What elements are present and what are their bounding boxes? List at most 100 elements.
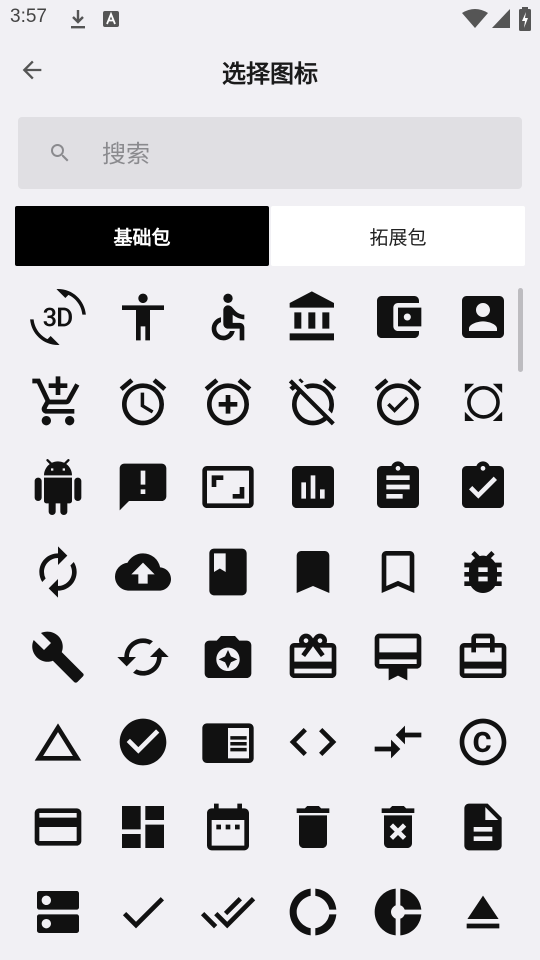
icon-option[interactable] — [355, 614, 440, 699]
icon-option[interactable] — [270, 274, 355, 359]
tab-extended-pack[interactable]: 拓展包 — [271, 206, 525, 266]
icon-option[interactable] — [15, 444, 100, 529]
icon-option[interactable] — [440, 274, 525, 359]
compare-arrows-icon — [374, 725, 421, 758]
icon-option[interactable] — [440, 529, 525, 614]
bug-report-icon — [463, 550, 502, 593]
icon-option[interactable] — [100, 359, 185, 444]
all-out-icon — [464, 383, 502, 421]
icon-option[interactable] — [440, 869, 525, 954]
3d-rotation-icon — [29, 288, 86, 345]
icon-option[interactable] — [15, 359, 100, 444]
status-bar: 3:57 — [0, 0, 540, 36]
card-travel-icon — [459, 633, 506, 678]
card-giftcard-icon — [289, 633, 336, 678]
delete-forever-icon — [381, 805, 414, 848]
icon-option[interactable] — [355, 869, 440, 954]
icon-option[interactable] — [440, 614, 525, 699]
accessibility-icon — [121, 293, 164, 340]
alarm-off-icon — [288, 377, 336, 425]
icon-option[interactable] — [185, 869, 270, 954]
icon-option[interactable] — [15, 529, 100, 614]
check-circle-icon — [119, 718, 166, 765]
page-title: 选择图标 — [222, 60, 318, 88]
aspect-ratio-icon — [201, 465, 254, 508]
icon-option[interactable] — [270, 699, 355, 784]
icon-option[interactable] — [100, 699, 185, 784]
icon-option[interactable] — [100, 614, 185, 699]
icon-option[interactable] — [185, 274, 270, 359]
icon-option[interactable] — [100, 274, 185, 359]
autorenew-icon — [38, 545, 77, 598]
icon-option[interactable] — [355, 274, 440, 359]
announcement-icon — [119, 463, 166, 510]
icon-option[interactable] — [100, 784, 185, 869]
icon-option[interactable] — [270, 444, 355, 529]
cached-icon — [116, 637, 169, 676]
icon-pack-tabs: 基础包 拓展包 — [15, 206, 525, 266]
icon-option[interactable] — [270, 359, 355, 444]
icon-option[interactable] — [355, 359, 440, 444]
search-input[interactable] — [100, 133, 504, 175]
dns-icon — [36, 890, 79, 933]
signal-icon — [492, 9, 510, 33]
icon-option[interactable] — [15, 869, 100, 954]
description-icon — [463, 803, 502, 850]
icon-option[interactable] — [440, 359, 525, 444]
battery-charging-icon — [519, 7, 531, 35]
icon-option[interactable] — [440, 784, 525, 869]
icon-option[interactable] — [185, 444, 270, 529]
account-balance-icon — [289, 290, 334, 340]
icon-option[interactable] — [15, 614, 100, 699]
download-icon — [68, 8, 88, 34]
backup-icon — [114, 552, 171, 591]
icon-option[interactable] — [15, 274, 100, 359]
assessment-icon — [291, 465, 334, 508]
assignment-turned-in-icon — [461, 460, 504, 508]
icon-option[interactable] — [100, 444, 185, 529]
chrome-reader-mode-icon — [201, 722, 254, 763]
account-box-icon — [461, 295, 504, 338]
book-icon — [208, 548, 247, 595]
icon-option[interactable] — [100, 529, 185, 614]
tab-basic-pack[interactable]: 基础包 — [15, 206, 269, 266]
alarm-icon — [119, 377, 166, 425]
icon-option[interactable] — [270, 869, 355, 954]
icon-option[interactable] — [185, 614, 270, 699]
search-icon — [51, 144, 69, 162]
icon-option[interactable] — [185, 529, 270, 614]
date-range-icon — [206, 803, 249, 850]
icon-option[interactable] — [185, 784, 270, 869]
icon-option[interactable] — [185, 359, 270, 444]
icon-option[interactable] — [270, 529, 355, 614]
search-box[interactable] — [18, 117, 522, 189]
status-time: 3:57 — [10, 6, 47, 27]
scrollbar[interactable] — [518, 288, 523, 372]
icon-option[interactable] — [440, 699, 525, 784]
build-icon — [31, 631, 84, 683]
dashboard-icon — [121, 805, 164, 848]
icon-option[interactable] — [270, 614, 355, 699]
donut-large-icon — [289, 888, 336, 935]
bookmark-border-icon — [381, 550, 414, 593]
icon-option[interactable] — [15, 784, 100, 869]
icon-option[interactable] — [100, 869, 185, 954]
assignment-icon — [376, 460, 419, 508]
delete-icon — [296, 805, 329, 848]
app-bar: 选择图标 — [0, 36, 540, 104]
icon-option[interactable] — [355, 529, 440, 614]
icon-option[interactable] — [270, 784, 355, 869]
eject-icon — [466, 895, 499, 928]
android-icon — [34, 458, 81, 515]
icon-option[interactable] — [355, 784, 440, 869]
font-icon — [103, 11, 119, 31]
wifi-icon — [462, 9, 488, 33]
code-icon — [289, 727, 336, 756]
icon-option[interactable] — [440, 444, 525, 529]
icon-option[interactable] — [355, 444, 440, 529]
done-icon — [122, 896, 164, 928]
icon-option[interactable] — [355, 699, 440, 784]
account-balance-wallet-icon — [376, 295, 421, 338]
icon-option[interactable] — [15, 699, 100, 784]
icon-option[interactable] — [185, 699, 270, 784]
